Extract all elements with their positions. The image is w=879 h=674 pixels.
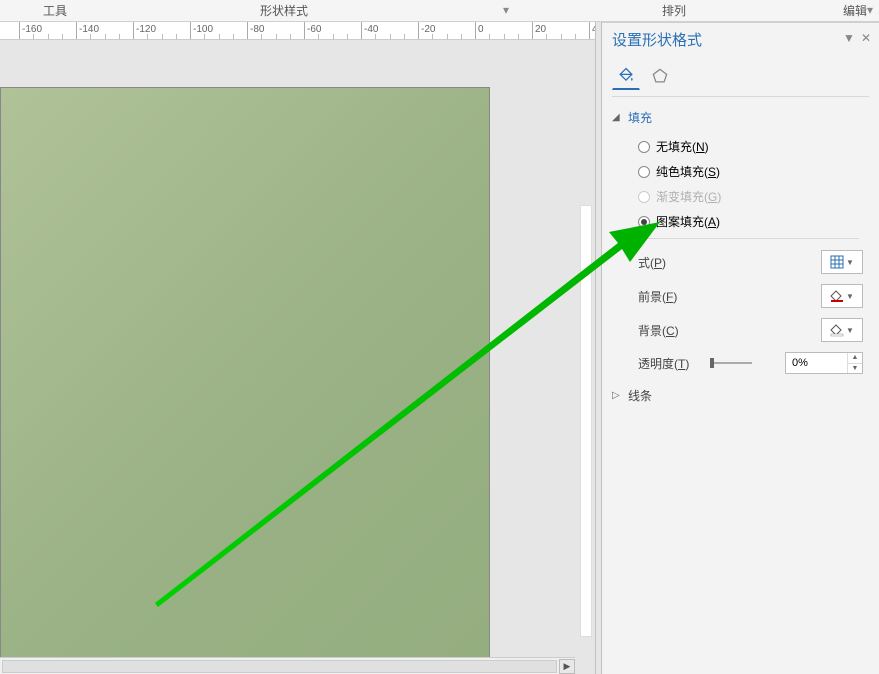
panel-tabs [602,56,879,96]
paint-bucket-icon [830,289,844,303]
ruler-tick: -60 [304,22,305,40]
ruler-tick: -120 [133,22,134,40]
ruler-tick: -40 [361,22,362,40]
panel-menu-icon[interactable]: ▼ [843,31,855,45]
scrollbar-track[interactable] [2,660,557,673]
radio-solid-fill[interactable]: 纯色填充(S) [638,159,869,184]
dropdown-icon[interactable]: ▾ [503,3,511,19]
slider-thumb[interactable] [710,358,714,368]
background-color-picker[interactable]: ▼ [821,318,863,342]
pattern-grid-icon [830,255,844,269]
vertical-divider[interactable] [595,22,602,674]
scroll-right-button[interactable]: ▶ [559,659,575,674]
pattern-style-row: 式(P) ▼ [612,245,869,279]
ruler-tick: -20 [418,22,419,40]
foreground-row: 前景(F) ▼ [612,279,869,313]
menubar: 工具 形状样式 ▾ 排列 编辑 ▾ [0,0,879,22]
radio-label: 纯色填充(S) [656,163,720,180]
chevron-down-icon: ▼ [846,292,854,301]
pattern-style-label: 式(P) [638,254,698,271]
ruler-tick: -140 [76,22,77,40]
ruler-tick: -160 [19,22,20,40]
dropdown-icon[interactable]: ▾ [867,3,875,19]
menu-arrange[interactable]: 排列 [654,2,694,19]
transparency-label: 透明度(T) [638,355,702,372]
radio-label: 渐变填充(G) [656,188,721,205]
chevron-down-icon: ▼ [846,326,854,335]
slider-track [710,362,752,364]
ruler-tick: 20 [532,22,533,40]
line-section-label: 线条 [628,387,652,404]
fill-radio-group: 无填充(N) 纯色填充(S) 渐变填充(G) 图案填充(A) [612,130,869,238]
ruler-tick: -100 [190,22,191,40]
ruler-tick: 40 [589,22,590,40]
spinner-down-button[interactable]: ▼ [848,364,862,374]
pattern-style-picker[interactable]: ▼ [821,250,863,274]
page-edge [580,205,592,637]
background-label: 背景(C) [638,322,698,339]
radio-no-fill[interactable]: 无填充(N) [638,134,869,159]
fill-section-header[interactable]: ◢ 填充 [612,105,869,130]
background-row: 背景(C) ▼ [612,313,869,347]
close-icon[interactable]: ✕ [861,31,871,45]
transparency-spinner[interactable]: 0% ▲ ▼ [785,352,863,374]
radio-icon [638,166,650,178]
transparency-value[interactable]: 0% [786,353,847,373]
format-shape-panel: 设置形状格式 ▼ ✕ ◢ 填充 无填充(N) 纯色填充(S) [602,22,879,674]
divider [612,96,869,97]
menu-tools[interactable]: 工具 [35,2,75,19]
fill-line-tab[interactable] [612,62,640,90]
radio-gradient-fill: 渐变填充(G) [638,184,869,209]
ruler-tick: 0 [475,22,476,40]
divider [622,238,859,239]
chevron-down-icon: ▼ [846,258,854,267]
ruler-tick: -80 [247,22,248,40]
radio-label: 无填充(N) [656,138,709,155]
horizontal-ruler: -160 -140 -120 -100 -80 -60 -40 -20 0 20 40 [0,22,595,40]
horizontal-scrollbar[interactable]: ▶ [0,657,575,674]
pentagon-icon [650,66,670,86]
transparency-slider[interactable] [710,356,752,370]
selected-shape[interactable] [0,87,490,659]
menu-shape-style[interactable]: 形状样式 [252,2,316,19]
foreground-label: 前景(F) [638,288,698,305]
fill-section-label: 填充 [628,109,652,126]
radio-icon [638,216,650,228]
paint-bucket-icon [830,323,844,337]
spinner-up-button[interactable]: ▲ [848,353,862,364]
radio-icon [638,191,650,203]
radio-icon [638,141,650,153]
radio-label: 图案填充(A) [656,213,720,230]
foreground-color-picker[interactable]: ▼ [821,284,863,308]
radio-pattern-fill[interactable]: 图案填充(A) [638,209,869,234]
transparency-row: 透明度(T) 0% ▲ ▼ [612,347,869,379]
fill-section: ◢ 填充 无填充(N) 纯色填充(S) 渐变填充(G) 图案填充(A) [602,103,879,381]
expand-icon: ▷ [612,390,624,401]
line-section: ▷ 线条 [602,381,879,410]
canvas-area: -160 -140 -120 -100 -80 -60 -40 -20 0 20 40 ▶ [0,22,595,674]
panel-header: 设置形状格式 ▼ ✕ [602,23,879,56]
scrollbar-thumb[interactable] [3,661,556,672]
paint-bucket-icon [616,66,636,86]
effects-tab[interactable] [646,62,674,90]
panel-title: 设置形状格式 [612,29,702,50]
line-section-header[interactable]: ▷ 线条 [612,383,869,408]
collapse-icon: ◢ [612,112,624,123]
